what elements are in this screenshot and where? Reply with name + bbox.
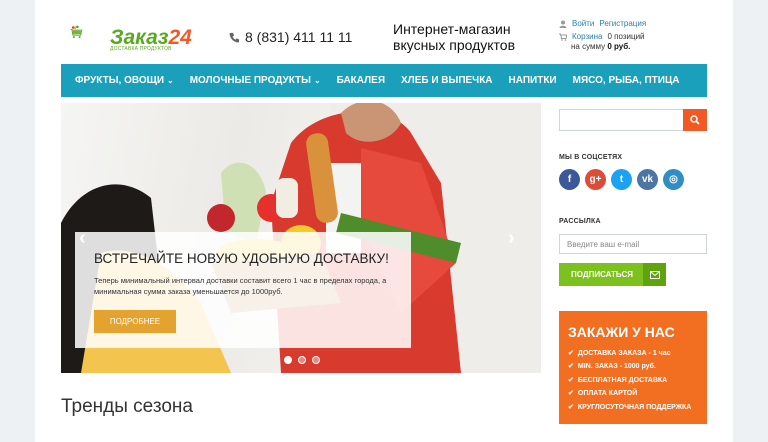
subscribe-button[interactable]: ПОДПИСАТЬСЯ	[559, 263, 666, 286]
order-item: ✔ ДОСТАВКА ЗАКАЗА - 1 час	[568, 347, 707, 360]
phone-icon	[229, 32, 240, 43]
slider-dot-3[interactable]	[312, 356, 320, 364]
slide-text: Теперь минимальный интервал доставки сос…	[94, 276, 387, 296]
email-field[interactable]: Введите ваш e-mail	[559, 234, 707, 254]
slider-dots	[284, 356, 320, 364]
check-icon: ✔	[568, 403, 574, 411]
more-button[interactable]: ПОДРОБНЕЕ	[94, 310, 176, 333]
slider-dot-2[interactable]	[298, 356, 306, 364]
social-heading: МЫ В СОЦСЕТЯХ	[559, 154, 623, 161]
order-item: ✔ КРУГЛОСУТОЧНАЯ ПОДДЕРЖКА	[568, 401, 707, 414]
logo-subtitle: ДОСТАВКА ПРОДУКТОВ	[110, 46, 172, 52]
nav-item-drinks[interactable]: НАПИТКИ	[509, 75, 557, 86]
social-links: f g+ t vk ◎	[559, 169, 684, 190]
check-icon: ✔	[568, 350, 574, 357]
nav-item-fruits-vegetables[interactable]: ФРУКТЫ, ОВОЩИ ⌄	[75, 75, 174, 86]
main-nav: ФРУКТЫ, ОВОЩИ ⌄ МОЛОЧНЫЕ ПРОДУКТЫ ⌄ БАКАЛЕ…	[61, 64, 707, 97]
cart-icon	[559, 33, 567, 41]
twitter-icon[interactable]: t	[611, 169, 632, 190]
login-link[interactable]: Войти	[572, 19, 594, 28]
search-box	[559, 109, 707, 131]
cart-link[interactable]: Корзина	[572, 32, 602, 42]
chevron-down-icon: ⌄	[313, 76, 321, 85]
tagline-line-1: Интернет-магазин	[393, 21, 511, 37]
newsletter-heading: РАССЫЛКА	[559, 218, 601, 225]
register-link[interactable]: Регистрация	[599, 19, 646, 28]
subscribe-label: ПОДПИСАТЬСЯ	[571, 270, 633, 279]
search-input[interactable]	[559, 109, 683, 131]
site-tagline: Интернет-магазин вкусных продуктов	[393, 21, 553, 53]
instagram-icon[interactable]: ◎	[663, 169, 684, 190]
order-item: ✔ MIN. ЗАКАЗ - 1000 руб.	[568, 360, 707, 373]
user-icon	[559, 20, 567, 28]
nav-item-dairy[interactable]: МОЛОЧНЫЕ ПРОДУКТЫ ⌄	[190, 75, 321, 86]
search-button[interactable]	[683, 109, 707, 131]
slider-dot-1[interactable]	[284, 356, 292, 364]
account-links: Войти Регистрация	[559, 18, 646, 29]
check-icon: ✔	[568, 363, 574, 371]
nav-item-grocery[interactable]: БАКАЛЕЯ	[337, 75, 385, 86]
google-plus-icon[interactable]: g+	[585, 169, 606, 190]
order-item: ✔ БЕСПЛАТНАЯ ДОСТАВКА	[568, 374, 707, 387]
tagline-line-2: вкусных продуктов	[393, 37, 516, 53]
cart-items: 0 позиций	[607, 31, 645, 41]
chevron-down-icon: ⌄	[167, 76, 174, 85]
nav-item-meat-fish[interactable]: МЯСО, РЫБА, ПТИЦА	[573, 75, 680, 86]
envelope-icon	[643, 263, 666, 286]
order-promo-box: ЗАКАЖИ У НАС ✔ ДОСТАВКА ЗАКАЗА - 1 час ✔ M…	[559, 311, 707, 424]
facebook-icon[interactable]: f	[559, 169, 580, 190]
order-item: ✔ ОПЛАТА КАРТОЙ	[568, 387, 707, 400]
slider-next-arrow[interactable]: ›	[508, 227, 515, 250]
nav-item-bread[interactable]: ХЛЕБ И ВЫПЕЧКА	[401, 75, 493, 86]
order-title: ЗАКАЖИ У НАС	[568, 324, 675, 340]
cart-sum-prefix: на сумму	[571, 42, 606, 51]
section-title-trends: Тренды сезона	[61, 396, 193, 417]
vk-icon[interactable]: vk	[637, 169, 658, 190]
cart-sum: 0 руб.	[607, 42, 631, 51]
logo-cart-icon[interactable]	[70, 10, 110, 54]
slide-title: ВСТРЕЧАЙТЕ НОВУЮ УДОБНУЮ ДОСТАВКУ!	[94, 251, 389, 266]
phone-text: 8 (831) 411 11 11	[245, 29, 353, 45]
phone-number[interactable]: 8 (831) 411 11 11	[229, 29, 352, 45]
search-icon	[690, 115, 700, 125]
check-icon: ✔	[568, 376, 574, 384]
cart-summary[interactable]: Корзина 0 позиций на сумму 0 руб.	[559, 31, 645, 52]
check-icon: ✔	[568, 390, 574, 398]
